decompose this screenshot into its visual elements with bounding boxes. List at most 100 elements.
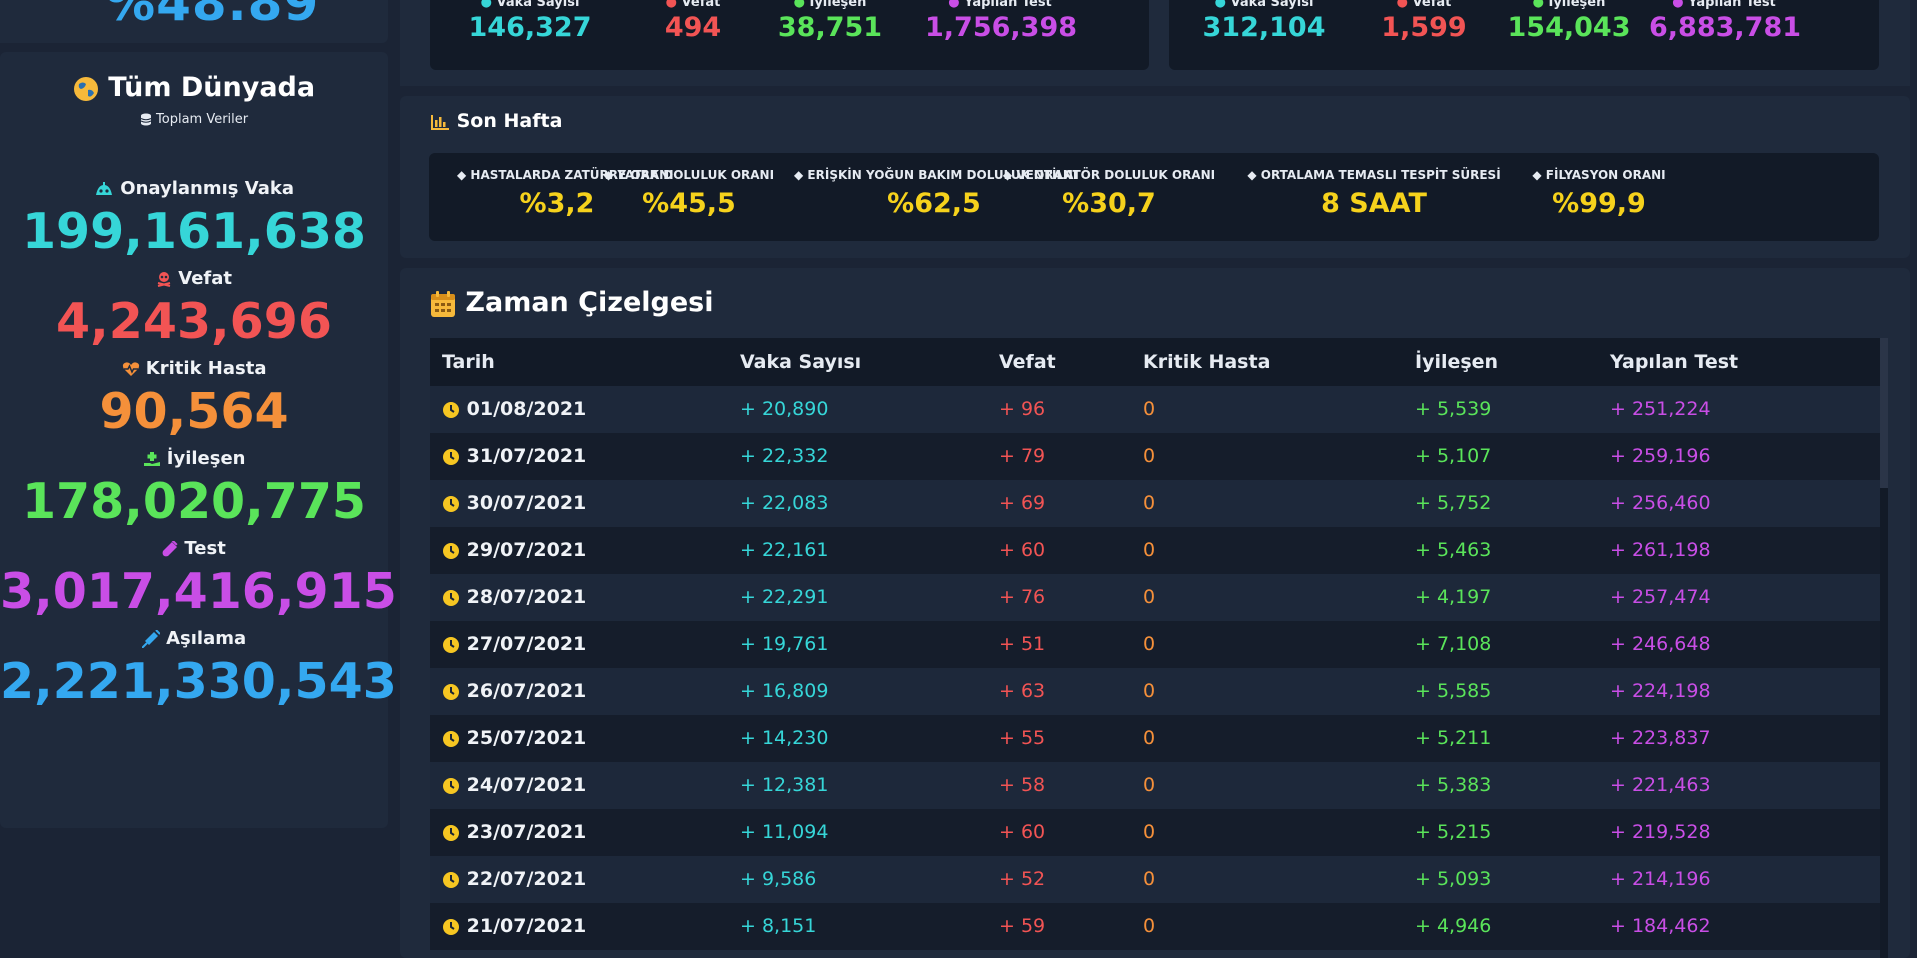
top-card-stat: ● Vefat 494 <box>618 0 768 45</box>
hand-holding-medical-icon <box>143 448 161 469</box>
last-week-title-text: Son Hafta <box>456 110 563 132</box>
cell-cases: + 8,151 <box>740 915 817 937</box>
world-subtitle-text: Toplam Veriler <box>156 112 249 127</box>
top-card-stat-label: ● Vefat <box>1349 0 1499 11</box>
calendar-icon <box>431 290 455 317</box>
week-stat-label: ◆ ORTALAMA TEMASLI TESPİT SÜRESİ <box>1234 168 1514 182</box>
cell-cases: + 22,161 <box>740 539 829 561</box>
table-header: Tarih Vaka Sayısı Vefat Kritik Hasta İyi… <box>430 338 1880 386</box>
cell-date: 29/07/2021 <box>442 539 586 561</box>
syringe-icon <box>141 628 160 649</box>
week-total-stats-card: ● Vaka Sayısı 312,104 ● Vefat 1,599 ● İyileş… <box>1169 0 1879 70</box>
cell-deaths: + 59 <box>999 915 1046 937</box>
cell-recovered: + 5,752 <box>1415 492 1492 514</box>
top-card-stat-label-text: İyileşen <box>809 0 867 10</box>
world-stat-label-text: Vefat <box>178 268 233 289</box>
header-deaths[interactable]: Vefat <box>999 351 1056 373</box>
week-stat-value: %99,9 <box>1552 188 1646 219</box>
top-card-stat-label: ● Yapılan Test <box>925 0 1075 11</box>
week-stat-label: ◆ FİLYASYON ORANI <box>1519 168 1679 182</box>
world-stat-label: Onaylanmış Vaka <box>0 176 388 202</box>
cell-date: 21/07/2021 <box>442 915 586 937</box>
cell-date: 28/07/2021 <box>442 586 586 608</box>
top-card-stat: ● Yapılan Test 1,756,398 <box>925 0 1077 45</box>
table-row: 23/07/2021 + 11,094 + 60 0 + 5,215 + 219,528 <box>430 809 1880 856</box>
cell-cases: + 22,083 <box>740 492 829 514</box>
cell-date-text: 28/07/2021 <box>466 586 587 608</box>
week-stat-label: ◆ YATAK DOLULUK ORANI <box>589 168 789 182</box>
world-stat-label-text: Onaylanmış Vaka <box>120 178 294 199</box>
world-stat-value: 2,221,330,543 <box>0 653 397 710</box>
cell-deaths: + 51 <box>999 633 1046 655</box>
world-stat-value: 178,020,775 <box>21 473 367 530</box>
cell-deaths: + 58 <box>999 774 1046 796</box>
heartbeat-icon <box>122 358 140 379</box>
bed-icon: ◆ <box>603 168 614 182</box>
cell-deaths: + 79 <box>999 445 1046 467</box>
header-critical[interactable]: Kritik Hasta <box>1143 351 1270 373</box>
timeline-scrollbar[interactable] <box>1880 338 1888 958</box>
world-title: Tüm Dünyada <box>0 72 388 103</box>
cell-date-text: 25/07/2021 <box>466 727 587 749</box>
clock-icon <box>442 680 460 702</box>
top-card-stat-label-text: Vaka Sayısı <box>496 0 580 10</box>
cell-deaths: + 60 <box>999 821 1046 843</box>
world-stat-label-text: Kritik Hasta <box>145 358 267 379</box>
clock-icon <box>442 586 460 608</box>
top-card-stat: ● İyileşen 154,043 <box>1494 0 1644 45</box>
clock-icon <box>442 915 460 937</box>
cell-date-text: 23/07/2021 <box>466 821 587 843</box>
top-card-stat: ● İyileşen 38,751 <box>755 0 905 45</box>
header-date[interactable]: Tarih <box>442 351 495 373</box>
cell-date-text: 30/07/2021 <box>466 492 587 514</box>
chart-bar-icon <box>431 114 449 130</box>
world-stat-value: 3,017,416,915 <box>0 563 397 620</box>
top-card-stat-label-text: İyileşen <box>1548 0 1606 10</box>
vaccination-rate-value: %48.89 <box>105 0 320 32</box>
clock-icon <box>442 492 460 514</box>
clock-icon <box>442 821 460 843</box>
header-cases[interactable]: Vaka Sayısı <box>740 351 861 373</box>
cell-critical: 0 <box>1143 539 1156 561</box>
cell-date: 31/07/2021 <box>442 445 586 467</box>
cell-cases: + 22,332 <box>740 445 829 467</box>
cell-recovered: + 5,093 <box>1415 868 1492 890</box>
cell-deaths: + 60 <box>999 539 1046 561</box>
week-stat-1: ◆ YATAK DOLULUK ORANI %45,5 <box>589 168 789 219</box>
header-recovered[interactable]: İyileşen <box>1415 351 1498 373</box>
cell-cases: + 16,809 <box>740 680 829 702</box>
hand-holding-medical-icon: ● <box>793 0 805 10</box>
vial-icon: ● <box>948 0 960 10</box>
top-card-stat-label-text: Vefat <box>681 0 721 10</box>
week-stat-label: ◆ VENTİLATÖR DOLULUK ORANI <box>999 168 1219 182</box>
cell-date-text: 26/07/2021 <box>466 680 587 702</box>
cell-critical: 0 <box>1143 398 1156 420</box>
clock-icon <box>442 868 460 890</box>
world-stat-value: 90,564 <box>99 383 289 440</box>
cell-critical: 0 <box>1143 868 1156 890</box>
header-tests[interactable]: Yapılan Test <box>1610 351 1738 373</box>
cell-date-text: 22/07/2021 <box>466 868 587 890</box>
cell-date-text: 27/07/2021 <box>466 633 587 655</box>
table-row: 22/07/2021 + 9,586 + 52 0 + 5,093 + 214,196 <box>430 856 1880 903</box>
scrollbar-thumb[interactable] <box>1880 338 1888 488</box>
cell-tests: + 261,198 <box>1610 539 1711 561</box>
lungs-icon: ◆ <box>457 168 467 182</box>
week-stat-label-text: YATAK DOLULUK ORANI <box>617 168 775 182</box>
cell-cases: + 11,094 <box>740 821 829 843</box>
cell-recovered: + 5,539 <box>1415 398 1492 420</box>
week-stat-value: %45,5 <box>642 188 736 219</box>
house-medical-icon: ◆ <box>1532 168 1542 182</box>
week-stat-label-text: VENTİLATÖR DOLULUK ORANI <box>1016 168 1216 182</box>
skull-crossbones-icon: ● <box>1396 0 1408 10</box>
cell-recovered: + 5,585 <box>1415 680 1492 702</box>
timeline-table: Tarih Vaka Sayısı Vefat Kritik Hasta İyi… <box>430 338 1880 950</box>
today-stats-card: ● Vaka Sayısı 146,327 ● Vefat 494 ● İyileşen… <box>430 0 1149 70</box>
top-card-stat-label-text: Yapılan Test <box>1688 0 1776 10</box>
cell-date: 22/07/2021 <box>442 868 586 890</box>
top-card-stat-value: 6,883,781 <box>1649 12 1802 43</box>
cell-date: 25/07/2021 <box>442 727 586 749</box>
cell-critical: 0 <box>1143 586 1156 608</box>
week-stat-value: %30,7 <box>1062 188 1156 219</box>
vial-icon <box>162 538 178 559</box>
